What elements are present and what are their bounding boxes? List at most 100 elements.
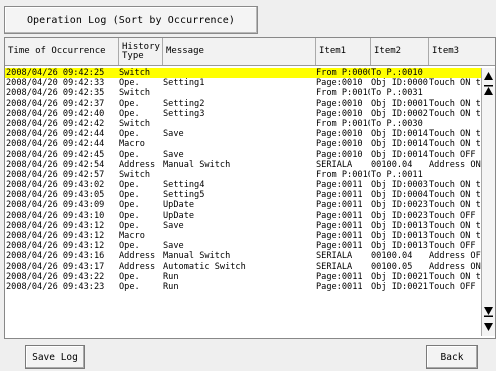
item1-cell: Page:0011 (316, 190, 363, 201)
table-row[interactable]: 2008/04/26 09:42:37 Ope. Setting2 Page:0010… (5, 99, 481, 109)
item2-cell: Obj ID:0014 (371, 139, 428, 150)
item3-cell: Touch OFF (429, 210, 476, 221)
item2-cell: To P.:0031 (371, 88, 423, 99)
history-type-cell: Ope. (119, 78, 140, 89)
item3-cell: Touch OFF (429, 281, 476, 292)
message-cell: UpDate (163, 200, 195, 211)
table-row[interactable]: 2008/04/26 09:43:17 Address Automatic Swit… (5, 262, 481, 272)
history-type-cell: Address (119, 261, 156, 272)
item1-cell: Page:0011 (316, 241, 363, 252)
item2-cell: To P.:0030 (371, 118, 423, 129)
table-row[interactable]: 2008/04/26 09:43:16 Address Manual Switch S… (5, 251, 481, 261)
history-type-cell: Ope. (119, 210, 140, 221)
table-row[interactable]: 2008/04/26 09:42:54 Address Manual Switch S… (5, 160, 481, 170)
time-cell: 2008/04/26 09:42:40 (6, 108, 105, 119)
item3-cell: Address OF (429, 251, 481, 262)
item2-cell: Obj ID:0003 (371, 180, 428, 191)
table-row[interactable]: 2008/04/26 09:43:10 Ope. UpDate Page:0011 Ob… (5, 211, 481, 221)
history-type-cell: Ope. (119, 220, 140, 231)
item1-cell: SERIALA (316, 159, 353, 170)
table-row[interactable]: 2008/04/26 09:43:12 Ope. Save Page:0011 Obj … (5, 221, 481, 231)
item1-cell: From P:0000 (316, 68, 370, 78)
history-type-cell: Address (119, 251, 156, 262)
table-row[interactable]: 2008/04/26 09:43:22 Ope. Run Page:0011 Obj I… (5, 272, 481, 282)
history-type-cell: Switch (119, 118, 151, 129)
table-row[interactable]: 2008/04/26 09:42:42 Switch From P:0010 To P… (5, 119, 481, 129)
save-log-button[interactable]: Save Log (25, 345, 85, 369)
message-cell: Save (163, 149, 184, 160)
time-cell: 2008/04/26 09:43:02 (6, 180, 105, 191)
table-row[interactable]: 2008/04/26 09:42:40 Ope. Setting3 Page:0010… (5, 109, 481, 119)
item2-cell: To P.:0010 (371, 68, 423, 78)
double-down-arrow-icon[interactable] (483, 306, 494, 318)
item1-cell: From P:0010 (316, 169, 370, 180)
column-header-time: Time of Occurrence (5, 38, 119, 65)
message-cell: Setting2 (163, 98, 205, 109)
history-type-cell: Switch (119, 68, 151, 78)
vertical-scrollbar[interactable] (481, 68, 495, 336)
item1-cell: Page:0011 (316, 200, 363, 211)
item1-cell: Page:0010 (316, 129, 363, 140)
time-cell: 2008/04/26 09:42:44 (6, 129, 105, 140)
item2-cell: Obj ID:0013 (371, 220, 428, 231)
table-row[interactable]: 2008/04/26 09:42:35 Switch From P:0010 To P… (5, 88, 481, 98)
history-type-cell: Switch (119, 88, 151, 99)
history-type-cell: Ope. (119, 98, 140, 109)
table-row[interactable]: 2008/04/26 09:43:23 Ope. Run Page:0011 Obj I… (5, 282, 481, 292)
down-arrow-icon[interactable] (483, 321, 494, 333)
item1-cell: SERIALA (316, 261, 353, 272)
table-row[interactable]: 2008/04/26 09:43:02 Ope. Setting4 Page:0011… (5, 180, 481, 190)
item3-cell: Touch ON t (429, 190, 481, 201)
column-header-item1: Item1 (316, 38, 371, 65)
column-header-history-type: History Type (119, 38, 163, 65)
item1-cell: Page:0010 (316, 78, 363, 89)
column-header-item3: Item3 (432, 46, 460, 56)
item2-cell: To P.:0011 (371, 169, 423, 180)
table-row[interactable]: 2008/04/26 09:42:44 Ope. Save Page:0010 Obj … (5, 129, 481, 139)
item3-cell: Touch ON t (429, 129, 481, 140)
message-cell: Automatic Switch (163, 261, 246, 272)
column-header-history-type-line2: Type (122, 50, 144, 61)
table-row[interactable]: 2008/04/26 09:42:44 Macro Page:0010 Obj ID:… (5, 139, 481, 149)
item3-cell: Touch ON t (429, 200, 481, 211)
time-cell: 2008/04/26 09:43:16 (6, 251, 105, 262)
time-cell: 2008/04/26 09:42:44 (6, 139, 105, 150)
table-row[interactable]: 2008/04/26 09:43:05 Ope. Setting5 Page:0011… (5, 190, 481, 200)
item2-cell: Obj ID:0021 (371, 271, 428, 282)
up-arrow-icon[interactable] (483, 70, 494, 82)
time-cell: 2008/04/26 09:42:45 (6, 149, 105, 160)
double-up-arrow-icon[interactable] (483, 84, 494, 96)
time-cell: 2008/04/26 09:42:57 (6, 169, 105, 180)
time-cell: 2008/04/26 09:43:12 (6, 231, 105, 241)
table-row[interactable]: 2008/04/26 09:43:12 Ope. Save Page:0011 Obj … (5, 241, 481, 251)
table-header: Time of Occurrence History Type Message … (5, 38, 495, 66)
item2-cell: Obj ID:0000 (371, 78, 428, 89)
log-rows: 2008/04/26 09:42:25 Switch From P:0000 To P… (5, 68, 481, 292)
table-row[interactable]: 2008/04/26 09:42:45 Ope. Save Page:0010 Obj … (5, 150, 481, 160)
table-row[interactable]: 2008/04/26 09:43:12 Macro Page:0011 Obj ID:… (5, 231, 481, 241)
table-row[interactable]: 2008/04/26 09:43:09 Ope. UpDate Page:0011 Ob… (5, 200, 481, 210)
time-cell: 2008/04/26 09:43:23 (6, 281, 105, 292)
item2-cell: Obj ID:0002 (371, 108, 428, 119)
item3-cell: Touch ON t (429, 231, 481, 241)
item1-cell: From P:0010 (316, 88, 370, 99)
time-cell: 2008/04/26 09:43:17 (6, 261, 105, 272)
history-type-cell: Ope. (119, 200, 140, 211)
item2-cell: Obj ID:0014 (371, 149, 428, 160)
time-cell: 2008/04/26 09:43:22 (6, 271, 105, 282)
back-button[interactable]: Back (426, 345, 478, 369)
table-row-selected[interactable]: 2008/04/26 09:42:25 Switch From P:0000 To P… (5, 68, 481, 79)
history-type-cell: Address (119, 159, 156, 170)
item2-cell: 00100.04 (371, 159, 413, 170)
history-type-cell: Ope. (119, 108, 140, 119)
table-row[interactable]: 2008/04/20 09:42:33 Ope. Setting1 Page:0010… (5, 78, 481, 88)
message-cell: Run (163, 281, 179, 292)
history-type-cell: Switch (119, 169, 151, 180)
item3-cell: Address ON (429, 261, 481, 272)
history-type-cell: Ope. (119, 281, 140, 292)
table-row[interactable]: 2008/04/26 09:42:57 Switch From P:0010 To P… (5, 170, 481, 180)
item1-cell: Page:0011 (316, 210, 363, 221)
time-cell: 2008/04/26 09:42:25 (6, 68, 105, 78)
message-cell: Save (163, 129, 184, 140)
item1-cell: Page:0011 (316, 231, 363, 241)
